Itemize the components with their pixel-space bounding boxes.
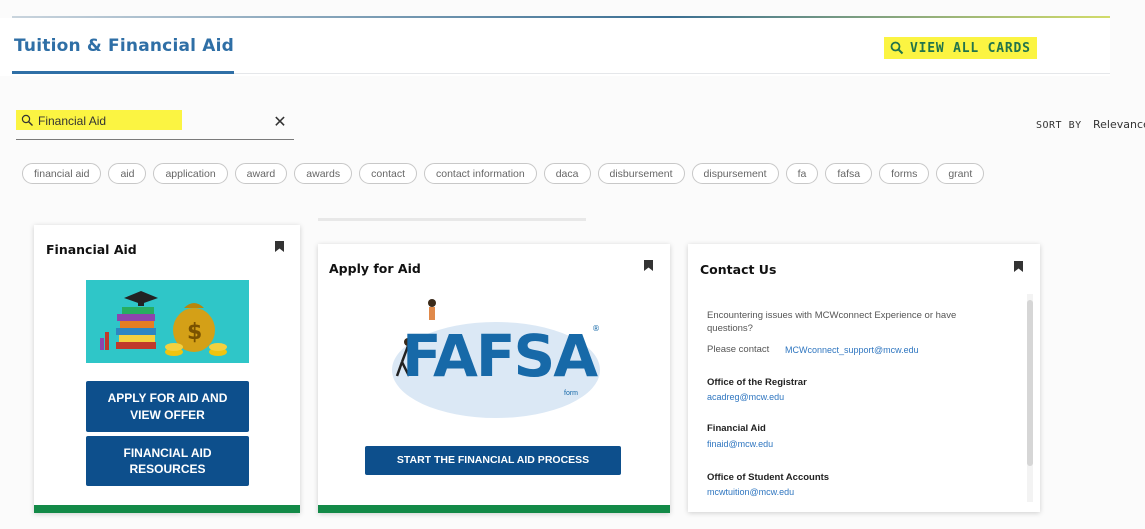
- view-all-cards-button[interactable]: VIEW ALL CARDS: [884, 37, 1037, 59]
- header-divider: [234, 73, 1110, 74]
- contact-intro-text: Encountering issues with MCWconnect Expe…: [707, 310, 957, 334]
- card-title: Financial Aid: [46, 242, 137, 257]
- chip-financial-aid[interactable]: financial aid: [22, 163, 102, 184]
- fafsa-logo: FAFSA ® form: [388, 292, 608, 420]
- financial-aid-heading: Financial Aid: [707, 423, 766, 434]
- chip-aid[interactable]: aid: [108, 163, 147, 184]
- financial-aid-illustration: $: [86, 280, 249, 363]
- clear-search-button[interactable]: ✕: [272, 114, 288, 130]
- apply-for-aid-and-view-offer-button[interactable]: APPLY FOR AID AND VIEW OFFER: [86, 381, 249, 432]
- chip-fa[interactable]: fa: [785, 163, 819, 184]
- financial-aid-email-link[interactable]: finaid@mcw.edu: [707, 439, 773, 449]
- chip-disbursement[interactable]: disbursement: [597, 163, 685, 184]
- search-icon: [890, 41, 904, 55]
- bookmark-icon[interactable]: [275, 241, 284, 252]
- active-tab-underline: [12, 71, 234, 74]
- student-accounts-heading: Office of Student Accounts: [707, 472, 830, 483]
- card-accent-bar: [34, 505, 300, 513]
- background-strip: [318, 218, 586, 221]
- financial-aid-resources-button[interactable]: FINANCIAL AID RESOURCES: [86, 436, 249, 486]
- chip-dispursement[interactable]: dispursement: [691, 163, 779, 184]
- chip-contact[interactable]: contact: [359, 163, 417, 184]
- search-icon: [21, 114, 33, 126]
- sort-label: SORT BY: [1036, 120, 1082, 131]
- card-accent-bar: [318, 505, 670, 513]
- chip-awards[interactable]: awards: [294, 163, 353, 184]
- page-title: Tuition & Financial Aid: [14, 36, 235, 56]
- registrar-heading: Office of the Registrar: [707, 377, 807, 388]
- apply-for-aid-card: Apply for Aid FAFSA ® form START THE FIN…: [318, 244, 670, 513]
- fafsa-form-label: form: [564, 390, 578, 397]
- bookmark-icon[interactable]: [1014, 261, 1023, 272]
- chip-application[interactable]: application: [153, 163, 228, 184]
- fafsa-wordmark: FAFSA: [402, 322, 598, 390]
- page: Tuition & Financial Aid VIEW ALL CARDS ✕…: [0, 0, 1145, 529]
- support-email-link[interactable]: MCWconnect_support@mcw.edu: [785, 345, 919, 355]
- registrar-email-link[interactable]: acadreg@mcw.edu: [707, 392, 784, 402]
- fafsa-registered-mark: ®: [592, 324, 600, 333]
- svg-text:$: $: [187, 320, 202, 345]
- chip-award[interactable]: award: [234, 163, 288, 184]
- view-all-cards-label: VIEW ALL CARDS: [910, 40, 1031, 56]
- bookmark-icon[interactable]: [644, 260, 653, 271]
- keyword-chips: financial aid aid application award awar…: [22, 163, 1145, 185]
- chip-contact-information[interactable]: contact information: [424, 163, 537, 184]
- contact-us-card: Contact Us Encountering issues with MCWc…: [688, 244, 1040, 512]
- financial-aid-card: Financial Aid $ APPLY FOR AID AND VIEW O…: [34, 225, 300, 513]
- scrollbar-thumb[interactable]: [1027, 300, 1033, 466]
- search-input[interactable]: [38, 112, 258, 130]
- start-financial-aid-process-button[interactable]: START THE FINANCIAL AID PROCESS: [365, 446, 621, 475]
- card-title: Contact Us: [700, 262, 777, 277]
- chip-grant[interactable]: grant: [936, 163, 985, 184]
- sort-dropdown[interactable]: Relevance: [1093, 118, 1145, 131]
- chip-daca[interactable]: daca: [543, 163, 591, 184]
- card-search: ✕: [16, 110, 294, 140]
- please-contact-text: Please contact: [707, 344, 770, 355]
- card-title: Apply for Aid: [329, 261, 421, 276]
- chip-fafsa[interactable]: fafsa: [825, 163, 873, 184]
- student-accounts-email-link[interactable]: mcwtuition@mcw.edu: [707, 487, 794, 497]
- chip-forms[interactable]: forms: [879, 163, 930, 184]
